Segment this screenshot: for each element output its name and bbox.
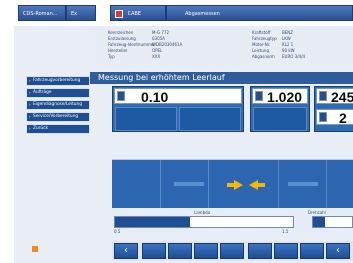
band-col-2 bbox=[208, 160, 279, 208]
meter-co: 0.10 bbox=[112, 86, 244, 132]
meter-lambda-sub bbox=[253, 107, 307, 131]
arrow-right-icon: › bbox=[29, 114, 31, 119]
sidebar-item-label: Eigendiagnose/Leitung bbox=[33, 102, 82, 107]
toolbar-button-5[interactable] bbox=[248, 243, 272, 259]
top-bar: CDS-Roman... Ex CABE Abgasmessen bbox=[14, 2, 353, 26]
cabe-button[interactable]: CABE bbox=[110, 5, 166, 21]
ex-button[interactable]: Ex bbox=[66, 5, 96, 21]
rpm-icon bbox=[319, 91, 327, 101]
lambda-bar-fill bbox=[115, 217, 190, 227]
prev-icon: ‹ bbox=[336, 245, 340, 256]
info-right-label-2: Motor-Nr. bbox=[252, 42, 271, 47]
meter-temp-value: 2 bbox=[339, 110, 347, 126]
meter-rpm-display: 245 bbox=[316, 88, 353, 104]
info-left-label-1: Erstzulassung bbox=[108, 36, 136, 41]
info-left-value-2: WDB2030461A bbox=[152, 42, 183, 47]
level-bars: Lambda Drehzahl 0.5 1.5 bbox=[112, 208, 353, 236]
toolbar-button-4[interactable] bbox=[220, 243, 244, 259]
meter-rpm: 245 2 bbox=[314, 86, 353, 132]
bottom-toolbar: ‹ ‹ bbox=[112, 241, 353, 261]
info-right-value-0: BENZ bbox=[282, 30, 294, 35]
sidebar-item-4[interactable]: › Zurück bbox=[26, 124, 90, 134]
app-menu-button[interactable]: CDS-Roman... bbox=[18, 5, 66, 21]
status-band bbox=[112, 159, 353, 209]
back-button[interactable]: ‹ bbox=[114, 243, 138, 259]
info-right-value-4: EURO 3/4/4 bbox=[282, 54, 305, 59]
info-right-label-4: Abgasnorm bbox=[252, 54, 275, 59]
toolbar-button-3[interactable] bbox=[194, 243, 218, 259]
meter-co-sub-right bbox=[179, 107, 241, 131]
sidebar-item-2[interactable]: › Eigendiagnose/Leitung bbox=[26, 100, 90, 110]
mode-title-bar: Abgasmessen bbox=[166, 5, 353, 21]
meter-lambda: 1.020 bbox=[250, 86, 310, 132]
meter-rpm-value: 245 bbox=[331, 89, 353, 105]
meter-lambda-value: 1.020 bbox=[267, 89, 303, 105]
bar-left-min: 0.5 bbox=[114, 229, 121, 234]
bar-left-max: 1.5 bbox=[282, 229, 289, 234]
arrow-right-icon bbox=[234, 180, 243, 190]
sidebar-item-label: Aufträge bbox=[33, 90, 52, 95]
temp-icon bbox=[319, 112, 327, 122]
flag-icon bbox=[115, 9, 123, 18]
prev-button[interactable]: ‹ bbox=[326, 243, 350, 259]
info-right-label-0: Kraftstoff bbox=[252, 30, 271, 35]
lambda-icon bbox=[255, 91, 263, 101]
meter-lambda-display: 1.020 bbox=[252, 88, 308, 104]
info-left-value-4: XXX bbox=[152, 54, 161, 59]
info-left-label-4: Typ bbox=[108, 54, 115, 59]
sidebar-item-label: Fahrzeugvorbereitung bbox=[33, 78, 81, 83]
toolbar-button-2[interactable] bbox=[168, 243, 192, 259]
meter-co-value: 0.10 bbox=[141, 89, 169, 105]
info-left-label-3: Hersteller bbox=[108, 48, 128, 53]
app-menu-label: CDS-Roman... bbox=[23, 11, 58, 17]
info-right-label-1: Fahrzeugtyp bbox=[252, 36, 277, 41]
vehicle-info-panel: Kennzeichen Erstzulassung Fahrzeug-Ident… bbox=[90, 26, 353, 70]
arrow-right-icon: › bbox=[29, 90, 31, 95]
meter-co-display: 0.10 bbox=[114, 88, 242, 104]
info-right-label-3: Leistung bbox=[252, 48, 269, 53]
co-icon bbox=[117, 91, 125, 101]
info-left-value-0: M-G 772 bbox=[152, 30, 170, 35]
cabe-label: CABE bbox=[127, 11, 142, 17]
arrow-right-icon: › bbox=[29, 78, 31, 83]
info-left-value-3: OPEL bbox=[152, 48, 163, 53]
toolbar-button-7[interactable] bbox=[300, 243, 324, 259]
info-right-value-2: KL2 1 bbox=[282, 42, 294, 47]
ex-label: Ex bbox=[71, 11, 78, 17]
app-window: CDS-Roman... Ex CABE Abgasmessen Kennzei… bbox=[14, 2, 353, 263]
rpm-bar-fill bbox=[313, 217, 325, 227]
meter-temp-display: 2 bbox=[316, 109, 353, 125]
sidebar-item-label: Zurück bbox=[33, 126, 49, 131]
info-left-label-0: Kennzeichen bbox=[108, 30, 134, 35]
sidebar-item-label: Service/Vorbereitung bbox=[33, 114, 79, 119]
band-indicator-left bbox=[174, 182, 204, 186]
sidebar-item-3[interactable]: › Service/Vorbereitung bbox=[26, 112, 90, 122]
info-left-value-1: 0305A bbox=[152, 36, 165, 41]
status-indicator bbox=[32, 246, 38, 252]
arrow-right-icon: › bbox=[29, 102, 31, 107]
arrow-right-icon: › bbox=[29, 126, 31, 131]
back-icon: ‹ bbox=[124, 245, 128, 256]
meter-co-sub-left bbox=[115, 107, 177, 131]
info-right-value-3: 90 kW bbox=[282, 48, 295, 53]
toolbar-button-6[interactable] bbox=[274, 243, 298, 259]
rpm-bar bbox=[312, 216, 353, 228]
mode-title-label: Abgasmessen bbox=[185, 11, 220, 17]
band-indicator-right bbox=[288, 182, 318, 186]
page-title: Messung bei erhöhtem Leerlauf bbox=[90, 72, 353, 84]
band-col-0 bbox=[112, 160, 161, 208]
arrow-left-shaft bbox=[257, 183, 265, 187]
bar-right-label: Drehzahl bbox=[308, 210, 326, 215]
info-right-value-1: LKW bbox=[282, 36, 291, 41]
lambda-bar bbox=[114, 216, 294, 228]
sidebar-item-0[interactable]: › Fahrzeugvorbereitung bbox=[26, 76, 90, 86]
bar-left-label: Lambda bbox=[194, 210, 211, 215]
sidebar-item-1[interactable]: › Aufträge bbox=[26, 88, 90, 98]
toolbar-button-1[interactable] bbox=[142, 243, 166, 259]
info-left-label-2: Fahrzeug-Identnummer bbox=[108, 42, 155, 47]
